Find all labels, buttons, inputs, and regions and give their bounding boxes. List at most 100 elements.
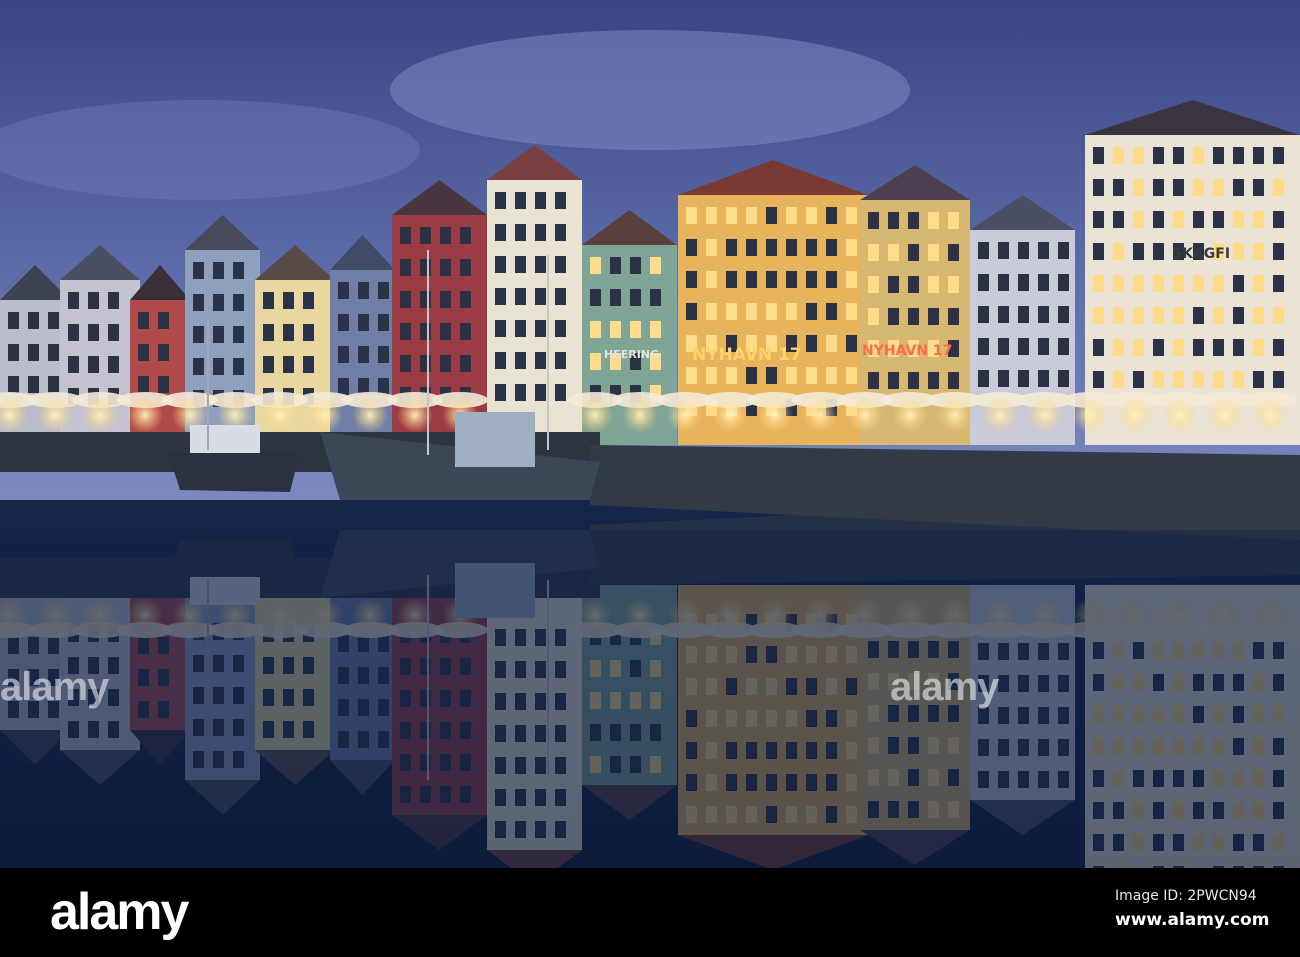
light-glow (667, 397, 703, 433)
window (908, 308, 919, 325)
window (998, 306, 1009, 323)
window (1273, 243, 1284, 260)
window (1173, 371, 1184, 388)
window (726, 271, 737, 288)
window (460, 259, 471, 276)
light-glow (577, 397, 613, 433)
window (440, 227, 451, 244)
window (495, 192, 506, 209)
window (1253, 211, 1264, 228)
window (515, 256, 526, 273)
window (1173, 275, 1184, 292)
window (908, 276, 919, 293)
light-glow (82, 397, 118, 433)
window (1213, 211, 1224, 228)
window (1058, 274, 1069, 291)
window (786, 303, 797, 320)
window (1193, 211, 1204, 228)
window (283, 292, 294, 309)
window (1018, 242, 1029, 259)
window (948, 372, 959, 389)
window (786, 271, 797, 288)
window (400, 259, 411, 276)
window (1233, 147, 1244, 164)
window (998, 370, 1009, 387)
window (108, 356, 119, 373)
window (806, 303, 817, 320)
window (213, 358, 224, 375)
window (590, 289, 601, 306)
window (686, 303, 697, 320)
window (1233, 371, 1244, 388)
window (1213, 147, 1224, 164)
facade (487, 180, 582, 445)
window (766, 207, 777, 224)
footer-bar: alamy Image ID: 2PWCN94 www.alamy.com (0, 868, 1300, 957)
light-glow (1072, 397, 1108, 433)
window (338, 346, 349, 363)
window (535, 384, 546, 401)
window (826, 207, 837, 224)
window (650, 289, 661, 306)
window (630, 321, 641, 338)
window (88, 292, 99, 309)
window (1213, 179, 1224, 196)
window (535, 288, 546, 305)
window (233, 358, 244, 375)
window (1153, 211, 1164, 228)
window (928, 212, 939, 229)
window (1133, 275, 1144, 292)
window (1153, 275, 1164, 292)
window (68, 324, 79, 341)
window (766, 239, 777, 256)
window (1113, 243, 1124, 260)
window (1018, 274, 1029, 291)
window (8, 376, 19, 393)
window (766, 303, 777, 320)
window (610, 289, 621, 306)
window (1173, 179, 1184, 196)
window (1273, 307, 1284, 324)
window (928, 276, 939, 293)
window (1273, 179, 1284, 196)
window (948, 244, 959, 261)
window (1058, 338, 1069, 355)
window (1253, 179, 1264, 196)
window (1093, 307, 1104, 324)
window (158, 344, 169, 361)
window (888, 276, 899, 293)
window (686, 207, 697, 224)
window (378, 346, 389, 363)
window (1113, 275, 1124, 292)
website-link[interactable]: www.alamy.com (1115, 910, 1269, 930)
light-glow (802, 397, 838, 433)
window (978, 306, 989, 323)
window (138, 344, 149, 361)
light-glow (1207, 397, 1243, 433)
window (1058, 306, 1069, 323)
window (846, 367, 857, 384)
window (535, 256, 546, 273)
window (358, 282, 369, 299)
window (535, 224, 546, 241)
window (515, 288, 526, 305)
window (515, 224, 526, 241)
window (338, 282, 349, 299)
window (108, 292, 119, 309)
window (1133, 339, 1144, 356)
window (1018, 338, 1029, 355)
window (535, 192, 546, 209)
window (495, 384, 506, 401)
window (1233, 243, 1244, 260)
boat-cabin (455, 412, 535, 467)
light-glow (622, 397, 658, 433)
window (303, 292, 314, 309)
window (1233, 211, 1244, 228)
window (806, 207, 817, 224)
alamy-logo: alamy (50, 882, 187, 942)
window (358, 346, 369, 363)
window (400, 227, 411, 244)
window (948, 212, 959, 229)
window (1038, 306, 1049, 323)
window (786, 367, 797, 384)
